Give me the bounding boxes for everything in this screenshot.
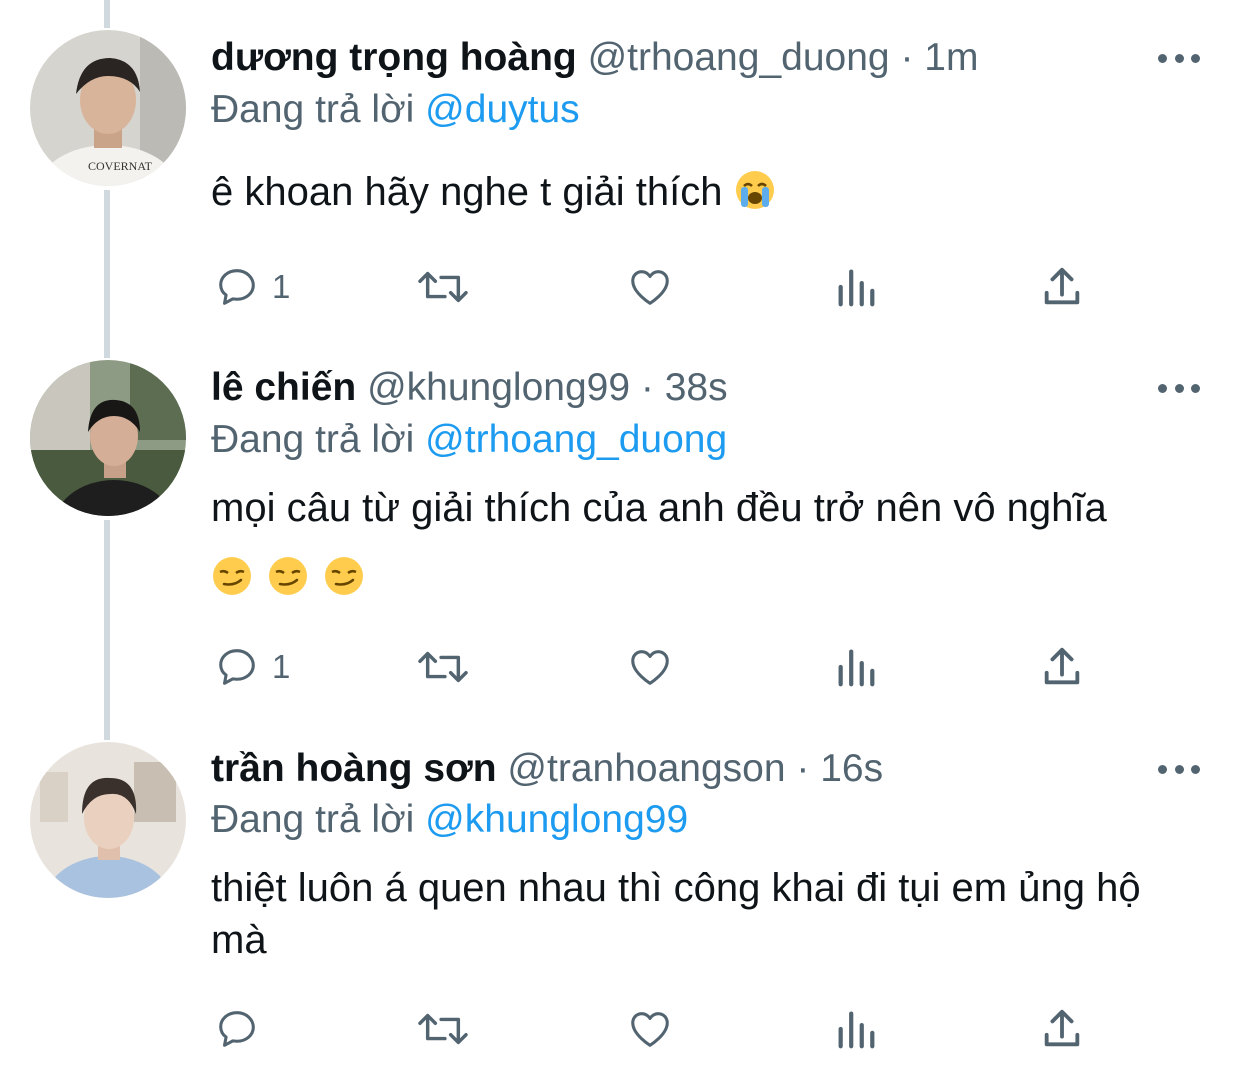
share-upload-icon [1044,1009,1080,1047]
reply-button[interactable] [214,1004,260,1054]
like-button[interactable] [626,1004,674,1054]
replying-to-mention[interactable]: @khunglong99 [425,798,688,841]
views-button[interactable] [836,1004,876,1054]
speech-bubble-icon [219,1011,255,1047]
avatar-photo-icon [30,742,186,898]
author-name[interactable]: trần hoàng sơn [211,747,497,790]
tweet-text: thiệt luôn á quen nhau thì công khai đi … [211,866,1141,962]
author-handle[interactable]: @tranhoangson [507,747,785,790]
more-dots-icon[interactable] [1158,759,1200,779]
action-bar [0,1004,1242,1054]
tweet-3[interactable]: trần hoàng sơn @tranhoangson · 16s Đang … [0,0,1242,1066]
retweet-icon [418,1013,468,1045]
heart-icon [631,1012,669,1047]
retweet-button[interactable] [414,1004,472,1054]
replying-prefix: Đang trả lời [211,798,415,841]
avatar[interactable] [30,742,186,898]
separator-dot: · [796,747,810,790]
bar-chart-icon [838,1011,875,1049]
timestamp[interactable]: 16s [820,747,883,790]
share-button[interactable] [1040,1004,1084,1054]
